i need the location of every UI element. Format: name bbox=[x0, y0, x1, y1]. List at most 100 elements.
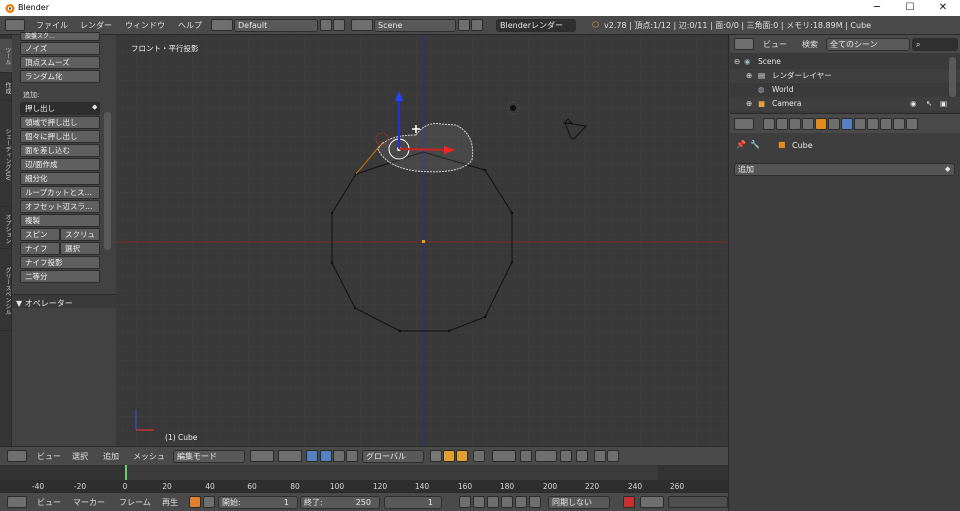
expand-icon[interactable]: ⊖ bbox=[734, 55, 740, 69]
tab-render-icon[interactable] bbox=[763, 118, 775, 130]
extrude-menu[interactable]: 押し出し bbox=[20, 102, 100, 115]
outliner-menu-view[interactable]: ビュー bbox=[763, 39, 787, 50]
tool-extrude-individual[interactable]: 個々に押し出し bbox=[20, 130, 100, 143]
tab-world-icon[interactable] bbox=[802, 118, 814, 130]
outliner-row-scene[interactable]: ⊖ ◉ Scene bbox=[730, 55, 960, 69]
pin-icon[interactable]: 📌 bbox=[736, 140, 746, 149]
3d-viewport[interactable]: フロント・平行投影 (1) Cube bbox=[116, 35, 728, 446]
start-frame-field[interactable]: 開始: 1 bbox=[218, 496, 298, 509]
add-scene-icon[interactable] bbox=[458, 19, 470, 31]
tab-tools[interactable]: ツール bbox=[0, 39, 12, 73]
layer-icon[interactable] bbox=[560, 450, 572, 462]
remove-scene-icon[interactable] bbox=[471, 19, 483, 31]
tab-grease-pencil[interactable]: グリースペンシル bbox=[0, 251, 12, 331]
close-button[interactable]: ✕ bbox=[928, 1, 958, 15]
tab-modifiers-icon[interactable] bbox=[841, 118, 853, 130]
tool-spin-dup[interactable]: 旋盤スク… bbox=[20, 32, 100, 41]
layout-selector-icon[interactable] bbox=[211, 19, 233, 31]
expand-icon[interactable]: ⊕ bbox=[746, 97, 752, 111]
tool-bisect[interactable]: 二等分 bbox=[20, 270, 100, 283]
outliner-display-filter[interactable]: 全てのシーン bbox=[826, 38, 910, 51]
menu-file[interactable]: ファイル bbox=[36, 20, 68, 31]
outliner-search-field[interactable]: ⌕ bbox=[912, 38, 958, 51]
add-modifier-select[interactable]: 追加 bbox=[734, 163, 955, 176]
sync-mode-select[interactable]: 同期しない bbox=[548, 496, 610, 509]
manipulator-x-arrow[interactable] bbox=[398, 148, 449, 151]
scale-manipulator-icon[interactable] bbox=[346, 450, 358, 462]
scene-field[interactable]: Scene bbox=[374, 19, 456, 32]
tl-menu-frame[interactable]: フレーム bbox=[119, 497, 151, 508]
outliner-menu-search[interactable]: 検索 bbox=[802, 39, 818, 50]
tab-scene-icon[interactable] bbox=[789, 118, 801, 130]
tool-randomize[interactable]: ランダム化 bbox=[20, 70, 100, 83]
tool-screw[interactable]: スクリュ bbox=[60, 228, 100, 241]
tool-inset-faces[interactable]: 面を差し込む bbox=[20, 144, 100, 157]
expand-icon[interactable]: ⊕ bbox=[746, 69, 752, 83]
tab-object-icon[interactable] bbox=[815, 118, 827, 130]
jump-prev-keyframe-icon[interactable] bbox=[473, 496, 485, 508]
edge-select-icon[interactable] bbox=[443, 450, 455, 462]
tool-loop-cut-slide[interactable]: ループカットとス… bbox=[20, 186, 100, 199]
render-camera-icon[interactable]: ▣ bbox=[940, 97, 947, 111]
pivot-point-icon[interactable] bbox=[278, 450, 302, 462]
menu-help[interactable]: ヘルプ bbox=[178, 20, 202, 31]
play-reverse-icon[interactable] bbox=[487, 496, 499, 508]
tool-subdivide[interactable]: 細分化 bbox=[20, 172, 100, 185]
remove-layout-icon[interactable] bbox=[333, 19, 345, 31]
tool-shelf-scrollbar[interactable] bbox=[104, 112, 111, 250]
screen-layout-field[interactable]: Default bbox=[234, 19, 318, 32]
mode-select[interactable]: 編集モード bbox=[173, 450, 245, 463]
render-engine-select[interactable]: Blenderレンダー bbox=[496, 19, 576, 32]
outliner-row-world[interactable]: ◍ World bbox=[730, 83, 960, 97]
tool-knife-project[interactable]: ナイフ投影 bbox=[20, 256, 100, 269]
outliner-row-renderlayer[interactable]: ⊕ ▤ レンダーレイヤー bbox=[730, 69, 960, 83]
editor-type-outliner-icon[interactable] bbox=[734, 38, 754, 50]
auto-keyframe-icon[interactable] bbox=[623, 496, 635, 508]
transform-orientation-select[interactable]: グローバル bbox=[362, 450, 424, 463]
menu-render[interactable]: レンダー bbox=[80, 20, 112, 31]
tl-menu-marker[interactable]: マーカー bbox=[73, 497, 105, 508]
vertex-select-icon[interactable] bbox=[430, 450, 442, 462]
tab-physics-icon[interactable] bbox=[906, 118, 918, 130]
active-keying-set-field[interactable] bbox=[668, 496, 728, 508]
minimize-button[interactable]: ─ bbox=[862, 1, 892, 15]
menu-add[interactable]: 追加 bbox=[103, 451, 119, 462]
menu-select[interactable]: 選択 bbox=[72, 451, 88, 462]
jump-next-keyframe-icon[interactable] bbox=[515, 496, 527, 508]
jump-end-icon[interactable] bbox=[529, 496, 541, 508]
play-icon[interactable] bbox=[501, 496, 513, 508]
maximize-button[interactable]: ☐ bbox=[895, 1, 925, 15]
tool-duplicate[interactable]: 複製 bbox=[20, 214, 100, 227]
proportional-edit-icon[interactable] bbox=[492, 450, 516, 462]
snap-element-icon[interactable] bbox=[535, 450, 557, 462]
tool-noise[interactable]: ノイズ bbox=[20, 42, 100, 55]
viewport-canvas[interactable] bbox=[116, 35, 728, 446]
tool-knife[interactable]: ナイフ bbox=[20, 242, 60, 255]
tool-make-edge-face[interactable]: 辺/面作成 bbox=[20, 158, 100, 171]
outliner-row-camera[interactable]: ⊕ ■ Camera ◉ ↖ ▣ bbox=[730, 97, 960, 111]
face-select-icon[interactable] bbox=[456, 450, 468, 462]
editor-type-properties-icon[interactable] bbox=[734, 118, 754, 130]
keying-set-icon[interactable] bbox=[640, 496, 664, 508]
tl-menu-playback[interactable]: 再生 bbox=[162, 497, 178, 508]
tab-data-icon[interactable] bbox=[854, 118, 866, 130]
editor-type-timeline-icon[interactable] bbox=[7, 496, 27, 508]
tool-spin[interactable]: スピン bbox=[20, 228, 60, 241]
editor-type-3dview-icon[interactable] bbox=[7, 450, 27, 462]
tab-constraints-icon[interactable] bbox=[828, 118, 840, 130]
snap-toggle-icon[interactable] bbox=[520, 450, 532, 462]
lock-range-icon[interactable] bbox=[203, 496, 215, 508]
occlude-geometry-icon[interactable] bbox=[473, 450, 485, 462]
editor-type-info-icon[interactable] bbox=[5, 19, 25, 31]
tool-extrude-region[interactable]: 領域で押し出し bbox=[20, 116, 100, 129]
preview-range-icon[interactable] bbox=[189, 496, 201, 508]
visibility-eye-icon[interactable]: ◉ bbox=[910, 97, 917, 111]
manipulator-toggle-icon[interactable] bbox=[306, 450, 318, 462]
tool-vertex-smooth[interactable]: 頂点スムーズ bbox=[20, 56, 100, 69]
tab-material-icon[interactable] bbox=[867, 118, 879, 130]
menu-view[interactable]: ビュー bbox=[37, 451, 61, 462]
tool-knife-select[interactable]: 選択 bbox=[60, 242, 100, 255]
tl-menu-view[interactable]: ビュー bbox=[37, 497, 61, 508]
render-preview-icon[interactable] bbox=[576, 450, 588, 462]
menu-window[interactable]: ウィンドウ bbox=[125, 20, 165, 31]
